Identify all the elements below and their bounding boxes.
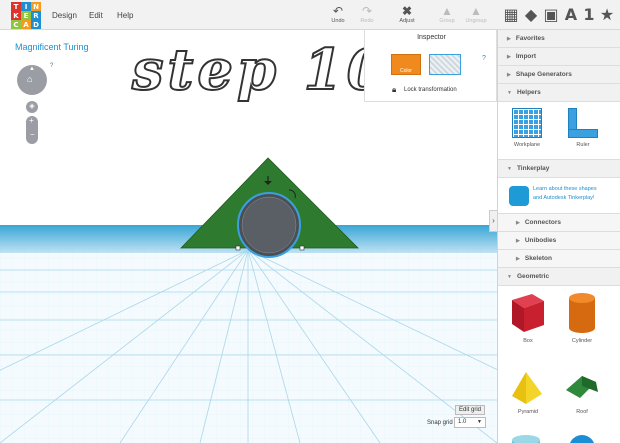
pyramid-label: Pyramid: [517, 409, 539, 415]
snap-grid-select[interactable]: 1.0 ▼: [454, 417, 486, 428]
adjust-button[interactable]: ✖ Adjust: [392, 4, 422, 24]
snap-grid-label: Snap grid: [427, 420, 453, 426]
shape-sidebar: ▶ Favorites ▶ Import ▶ Shape Generators ▼ He…: [497, 30, 620, 443]
orbit-control[interactable]: ⌂ ▲: [17, 65, 47, 95]
box-label: Box: [523, 338, 533, 344]
caret-right-icon: ▶: [507, 35, 511, 42]
logo-letter: A: [21, 20, 31, 29]
undo-icon: ↶: [332, 4, 344, 18]
sidebar-collapse-button[interactable]: ›: [489, 210, 497, 232]
orbit-up-icon[interactable]: ▲: [29, 66, 35, 72]
zoom-control[interactable]: + −: [26, 116, 38, 144]
menu-design[interactable]: Design: [52, 11, 77, 20]
lock-icon[interactable]: 🔒︎: [392, 85, 396, 95]
cube-view-icon[interactable]: ◆: [522, 6, 540, 24]
box-shape-icon[interactable]: [512, 294, 544, 332]
caret-right-icon: ▶: [516, 237, 520, 244]
ruler-label: Ruler: [576, 142, 590, 148]
hole-swatch[interactable]: [429, 54, 461, 75]
chevron-down-icon: ▼: [477, 419, 482, 425]
ruler-icon[interactable]: [568, 108, 598, 138]
inspector-help-icon[interactable]: ?: [482, 55, 486, 62]
helpers-panel: Workplane Ruler: [498, 102, 620, 160]
zoom-in-icon[interactable]: +: [29, 116, 34, 125]
edit-grid-button[interactable]: Edit grid: [455, 405, 486, 415]
logo-letter: K: [11, 11, 21, 20]
lock-transformation-label: Lock transformation: [404, 87, 457, 93]
group-icon: ▲: [441, 4, 453, 18]
grid-view-icon[interactable]: ▦: [502, 6, 520, 24]
caret-down-icon: ▼: [507, 273, 512, 280]
menu-edit[interactable]: Edit: [89, 11, 103, 20]
tinkerplay-app-icon[interactable]: [509, 186, 529, 206]
sphere-shape-icon[interactable]: [569, 435, 595, 443]
number-tool-icon[interactable]: 1: [580, 6, 598, 24]
caret-down-icon: ▼: [507, 89, 512, 96]
tinkerplay-panel: Learn about these shapes and Autodesk Ti…: [498, 178, 620, 214]
top-bar: TINKERCAD Design Edit Help ↶ Undo ↷ Redo ✖…: [0, 0, 620, 30]
logo-letter: I: [21, 2, 31, 11]
section-import[interactable]: ▶ Import: [498, 48, 620, 66]
logo-letter: E: [21, 11, 31, 20]
group-button[interactable]: ▲ Group: [432, 4, 462, 24]
dice-icon[interactable]: ▣: [542, 6, 560, 24]
text-tool-icon[interactable]: A: [562, 6, 580, 24]
inspector-title: Inspector: [417, 34, 446, 41]
tinkerplay-link[interactable]: Learn about these shapes and Autodesk Ti…: [533, 185, 603, 203]
logo-letter: N: [31, 2, 41, 11]
cylinder-shape-icon[interactable]: [569, 293, 595, 333]
section-favorites[interactable]: ▶ Favorites: [498, 30, 620, 48]
workplane-label: Workplane: [513, 142, 541, 148]
adjust-icon: ✖: [401, 4, 413, 18]
color-swatch[interactable]: Color: [391, 54, 421, 75]
redo-button[interactable]: ↷ Redo: [352, 4, 382, 24]
logo-letter: R: [31, 11, 41, 20]
redo-icon: ↷: [361, 4, 373, 18]
section-unibodies[interactable]: ▶ Unibodies: [498, 232, 620, 250]
pyramid-shape-icon[interactable]: [512, 372, 542, 404]
section-skeleton[interactable]: ▶ Skeleton: [498, 250, 620, 268]
geometric-shapes-svg: [512, 293, 598, 443]
section-geometric[interactable]: ▼ Geometric: [498, 268, 620, 286]
caret-down-icon: ▼: [507, 165, 512, 172]
workplane-icon[interactable]: [512, 108, 542, 138]
menu-help[interactable]: Help: [117, 11, 133, 20]
section-shape-generators[interactable]: ▶ Shape Generators: [498, 66, 620, 84]
caret-right-icon: ▶: [516, 219, 520, 226]
help-icon[interactable]: ?: [50, 63, 53, 69]
caret-right-icon: ▶: [507, 53, 511, 60]
caret-right-icon: ▶: [516, 255, 520, 262]
section-helpers[interactable]: ▼ Helpers: [498, 84, 620, 102]
logo-letter: T: [11, 2, 21, 11]
roof-shape-icon[interactable]: [566, 376, 598, 398]
geometric-panel: Box Cylinder Pyramid Roof: [498, 286, 620, 443]
caret-right-icon: ▶: [507, 71, 511, 78]
section-connectors[interactable]: ▶ Connectors: [498, 214, 620, 232]
step-overlay-text: step 10: [131, 36, 390, 104]
ungroup-icon: ▲: [470, 4, 482, 18]
undo-button[interactable]: ↶ Undo: [323, 4, 353, 24]
tinkercad-logo[interactable]: TIN KER CAD: [11, 2, 41, 30]
cylinder-2-shape-icon[interactable]: [512, 435, 540, 443]
inspector-panel: Inspector Color ? 🔒︎ Lock transformation: [364, 30, 497, 102]
zoom-out-icon[interactable]: −: [30, 130, 35, 139]
home-icon[interactable]: ⌂: [27, 74, 32, 84]
section-tinkerplay[interactable]: ▼ Tinkerplay: [498, 160, 620, 178]
cylinder-label: Cylinder: [571, 338, 593, 344]
star-icon[interactable]: ★: [598, 6, 616, 24]
project-name[interactable]: Magnificent Turing: [15, 42, 89, 52]
logo-letter: D: [31, 20, 41, 29]
view-cube-icon[interactable]: ◈: [26, 101, 38, 113]
ungroup-button[interactable]: ▲ Ungroup: [461, 4, 491, 24]
roof-label: Roof: [576, 409, 588, 415]
logo-letter: C: [11, 20, 21, 29]
